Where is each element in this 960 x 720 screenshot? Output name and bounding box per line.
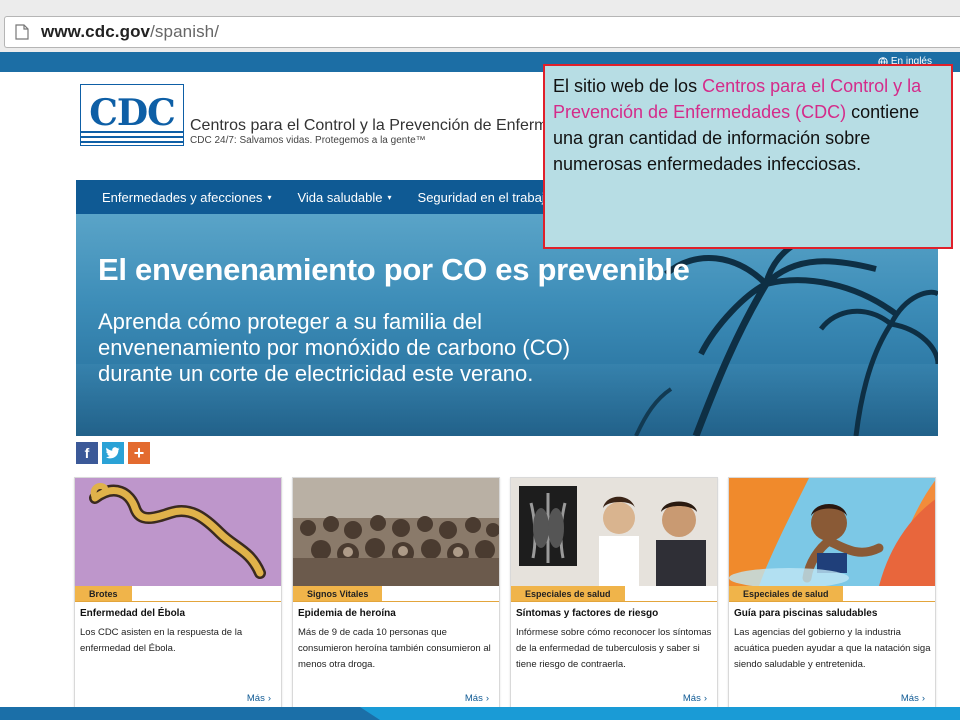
- card-divider: [511, 601, 717, 602]
- card-tuberculosis[interactable]: Especiales de salud Síntomas y factores …: [510, 477, 718, 709]
- slide: www.cdc.gov/spanish/ En inglés CDC Centr…: [0, 0, 960, 720]
- more-link[interactable]: Más ›: [901, 693, 925, 704]
- twitter-bird-icon: [106, 447, 120, 459]
- add-share-icon[interactable]: +: [128, 442, 150, 464]
- card-title[interactable]: Epidemia de heroína: [298, 608, 396, 619]
- nav-item-enfermedades[interactable]: Enfermedades y afecciones ▾: [76, 190, 271, 205]
- page-icon: [15, 24, 29, 40]
- waterslide-image: [729, 478, 935, 586]
- crowd-image: [293, 478, 499, 586]
- chevron-right-icon: ›: [485, 693, 489, 704]
- card-divider: [293, 601, 499, 602]
- card-heroina[interactable]: Signos Vitales Epidemia de heroína Más d…: [292, 477, 500, 709]
- hero-body: Aprenda cómo proteger a su familia del e…: [98, 309, 571, 386]
- org-name: Centros para el Control y la Prevención …: [190, 117, 545, 134]
- card-desc: Más de 9 de cada 10 personas que consumi…: [298, 627, 491, 670]
- waterslide-illustration: [729, 478, 935, 586]
- callout-text-1: El sitio web de los: [553, 76, 703, 96]
- more-link-label: Más: [900, 693, 919, 704]
- more-link[interactable]: Más ›: [247, 693, 271, 704]
- nav-item-seguridad[interactable]: Seguridad en el trabajo▾: [392, 190, 561, 205]
- org-tagline: CDC 24/7: Salvamos vidas. Protegemos a l…: [190, 135, 426, 146]
- chevron-right-icon: ›: [267, 693, 271, 704]
- card-title[interactable]: Enfermedad del Ébola: [80, 608, 185, 619]
- hero-title: El envenenamiento por CO es prevenible: [98, 252, 690, 287]
- cdc-logo[interactable]: CDC: [81, 92, 183, 134]
- more-link-label: Más: [246, 693, 265, 704]
- doctors-xray-illustration: [511, 478, 717, 586]
- card-divider: [729, 601, 935, 602]
- chevron-right-icon: ›: [703, 693, 707, 704]
- card-desc: Infórmese sobre cómo reconocer los sínto…: [516, 627, 712, 670]
- more-link-label: Más: [682, 693, 701, 704]
- info-callout: El sitio web de los Centros para el Cont…: [543, 64, 953, 249]
- card-title[interactable]: Guía para piscinas saludables: [734, 608, 877, 619]
- browser-chrome: www.cdc.gov/spanish/: [0, 0, 960, 52]
- twitter-icon[interactable]: [102, 442, 124, 464]
- nav-item-vida-saludable[interactable]: Vida saludable ▾: [271, 190, 391, 205]
- ebola-virus-illustration: [75, 478, 281, 586]
- card-tag: Especiales de salud: [729, 586, 843, 602]
- crowd-illustration: [293, 478, 499, 586]
- social-share: f +: [76, 442, 150, 464]
- card-tag: Especiales de salud: [511, 586, 625, 602]
- address-bar[interactable]: www.cdc.gov/spanish/: [4, 16, 960, 48]
- card-desc: Las agencias del gobierno y la industria…: [734, 627, 931, 670]
- url-path: /spanish/: [150, 22, 220, 41]
- card-tag: Brotes: [75, 586, 132, 602]
- nav-item-label: Vida saludable: [297, 189, 383, 205]
- card-divider: [75, 601, 281, 602]
- card-tag: Signos Vitales: [293, 586, 383, 602]
- card-title[interactable]: Síntomas y factores de riesgo: [516, 608, 658, 619]
- more-link[interactable]: Más ›: [683, 693, 707, 704]
- url-text: www.cdc.gov/spanish/: [41, 22, 219, 42]
- facebook-icon[interactable]: f: [76, 442, 98, 464]
- ebola-virus-image: [75, 478, 281, 586]
- nav-item-label: Enfermedades y afecciones: [102, 189, 263, 205]
- card-desc: Los CDC asisten en la respuesta de la en…: [80, 627, 243, 654]
- doctors-xray-image: [511, 478, 717, 586]
- slide-footer-accent: [0, 707, 380, 720]
- card-piscinas[interactable]: Especiales de salud Guía para piscinas s…: [728, 477, 936, 709]
- more-link-label: Más: [464, 693, 483, 704]
- nav-item-label: Seguridad en el trabajo: [417, 189, 552, 205]
- url-host: www.cdc.gov: [41, 22, 151, 41]
- more-link[interactable]: Más ›: [465, 693, 489, 704]
- card-ebola[interactable]: Brotes Enfermedad del Ébola Los CDC asis…: [74, 477, 282, 709]
- chevron-right-icon: ›: [921, 693, 925, 704]
